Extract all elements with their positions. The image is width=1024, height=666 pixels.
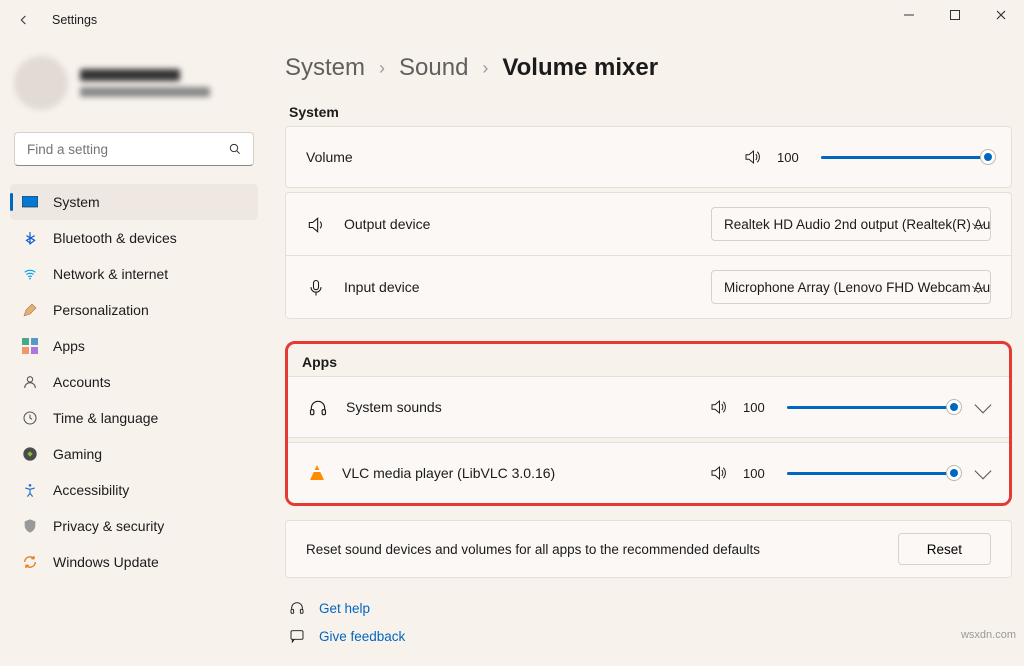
breadcrumb-sound[interactable]: Sound <box>399 54 468 82</box>
system-section-title: System <box>285 96 1012 126</box>
app-row-vlc[interactable]: VLC media player (LibVLC 3.0.16) 100 <box>288 442 1009 503</box>
apps-section-highlight: Apps System sounds 100 V <box>285 341 1012 506</box>
page-title: Volume mixer <box>502 54 658 82</box>
chevron-right-icon: › <box>482 58 488 79</box>
window-controls <box>886 0 1024 30</box>
sidebar-item-privacy[interactable]: Privacy & security <box>10 508 258 544</box>
time-icon <box>22 410 38 426</box>
sidebar-item-network[interactable]: Network & internet <box>10 256 258 292</box>
output-label: Output device <box>344 216 430 232</box>
sidebar-item-label: Windows Update <box>53 554 159 570</box>
personalization-icon <box>22 302 38 318</box>
sidebar-item-system[interactable]: System <box>10 184 258 220</box>
volume-card: Volume 100 <box>285 126 1012 188</box>
input-select[interactable]: Microphone Array (Lenovo FHD Webcam Au <box>711 270 991 304</box>
get-help-link[interactable]: Get help <box>289 594 1008 622</box>
apps-icon <box>22 338 38 354</box>
output-value: Realtek HD Audio 2nd output (Realtek(R) … <box>724 217 990 232</box>
sidebar-item-gaming[interactable]: Gaming <box>10 436 258 472</box>
profile-block[interactable] <box>10 50 258 128</box>
breadcrumb-system[interactable]: System <box>285 54 365 82</box>
sidebar-item-label: Privacy & security <box>53 518 164 534</box>
app-volume-slider[interactable] <box>787 463 957 483</box>
reset-card: Reset sound devices and volumes for all … <box>285 520 1012 578</box>
volume-slider[interactable] <box>821 147 991 167</box>
back-button[interactable] <box>14 10 34 30</box>
minimize-button[interactable] <box>886 0 932 30</box>
footer-links: Get help Give feedback <box>285 578 1012 666</box>
window-title: Settings <box>52 13 97 27</box>
help-icon <box>289 600 305 616</box>
watermark: wsxdn.com <box>961 629 1016 641</box>
sidebar-item-label: Time & language <box>53 410 158 426</box>
sidebar-item-label: Accessibility <box>53 482 129 498</box>
reset-text: Reset sound devices and volumes for all … <box>306 542 760 557</box>
sidebar-item-label: System <box>53 194 100 210</box>
wifi-icon <box>22 266 38 282</box>
feedback-icon <box>289 628 305 644</box>
sidebar-item-time[interactable]: Time & language <box>10 400 258 436</box>
search-input-wrapper[interactable] <box>14 132 254 166</box>
speaker-icon[interactable] <box>709 464 727 482</box>
gaming-icon <box>22 446 38 462</box>
sidebar-item-label: Bluetooth & devices <box>53 230 177 246</box>
update-icon <box>22 554 38 570</box>
search-icon <box>227 141 243 157</box>
profile-info <box>80 69 210 97</box>
sidebar-item-personalization[interactable]: Personalization <box>10 292 258 328</box>
maximize-button[interactable] <box>932 0 978 30</box>
vlc-icon <box>308 464 326 482</box>
give-feedback-link[interactable]: Give feedback <box>289 622 1008 650</box>
sidebar-item-label: Personalization <box>53 302 149 318</box>
sidebar-item-update[interactable]: Windows Update <box>10 544 258 580</box>
volume-label: Volume <box>306 149 353 165</box>
apps-section-title: Apps <box>288 344 1009 376</box>
speaker-icon[interactable] <box>709 398 727 416</box>
app-row-system-sounds[interactable]: System sounds 100 <box>288 376 1009 438</box>
app-label: System sounds <box>346 399 442 415</box>
link-label: Get help <box>319 601 370 616</box>
link-label: Give feedback <box>319 629 405 644</box>
main-content: System › Sound › Volume mixer System Vol… <box>285 48 1012 647</box>
privacy-icon <box>22 518 38 534</box>
sidebar-item-label: Accounts <box>53 374 111 390</box>
output-row: Output device Realtek HD Audio 2nd outpu… <box>286 193 1011 255</box>
chevron-right-icon: › <box>379 58 385 79</box>
volume-value: 100 <box>777 150 805 165</box>
sidebar-item-label: Apps <box>53 338 85 354</box>
sidebar-item-apps[interactable]: Apps <box>10 328 258 364</box>
close-button[interactable] <box>978 0 1024 30</box>
breadcrumb: System › Sound › Volume mixer <box>285 48 1012 96</box>
reset-button[interactable]: Reset <box>898 533 991 565</box>
system-icon <box>22 194 38 210</box>
input-row: Input device Microphone Array (Lenovo FH… <box>286 255 1011 318</box>
accounts-icon <box>22 374 38 390</box>
input-label: Input device <box>344 279 420 295</box>
sidebar-item-accessibility[interactable]: Accessibility <box>10 472 258 508</box>
speaker-icon <box>306 215 328 233</box>
app-volume-value: 100 <box>743 400 771 415</box>
app-label: VLC media player (LibVLC 3.0.16) <box>342 465 555 481</box>
expand-icon[interactable] <box>975 463 992 480</box>
titlebar: Settings <box>0 0 1024 40</box>
sidebar-item-bluetooth[interactable]: Bluetooth & devices <box>10 220 258 256</box>
sidebar-item-accounts[interactable]: Accounts <box>10 364 258 400</box>
avatar <box>14 56 68 110</box>
accessibility-icon <box>22 482 38 498</box>
expand-icon[interactable] <box>975 397 992 414</box>
sidebar-item-label: Network & internet <box>53 266 168 282</box>
bluetooth-icon <box>22 230 38 246</box>
microphone-icon <box>306 278 328 296</box>
app-volume-slider[interactable] <box>787 397 957 417</box>
sidebar: System Bluetooth & devices Network & int… <box>0 40 268 590</box>
speaker-icon[interactable] <box>743 148 761 166</box>
sidebar-item-label: Gaming <box>53 446 102 462</box>
output-select[interactable]: Realtek HD Audio 2nd output (Realtek(R) … <box>711 207 991 241</box>
device-card: Output device Realtek HD Audio 2nd outpu… <box>285 192 1012 319</box>
search-input[interactable] <box>25 141 227 158</box>
app-volume-value: 100 <box>743 466 771 481</box>
input-value: Microphone Array (Lenovo FHD Webcam Au <box>724 280 990 295</box>
headphones-icon <box>308 398 330 416</box>
